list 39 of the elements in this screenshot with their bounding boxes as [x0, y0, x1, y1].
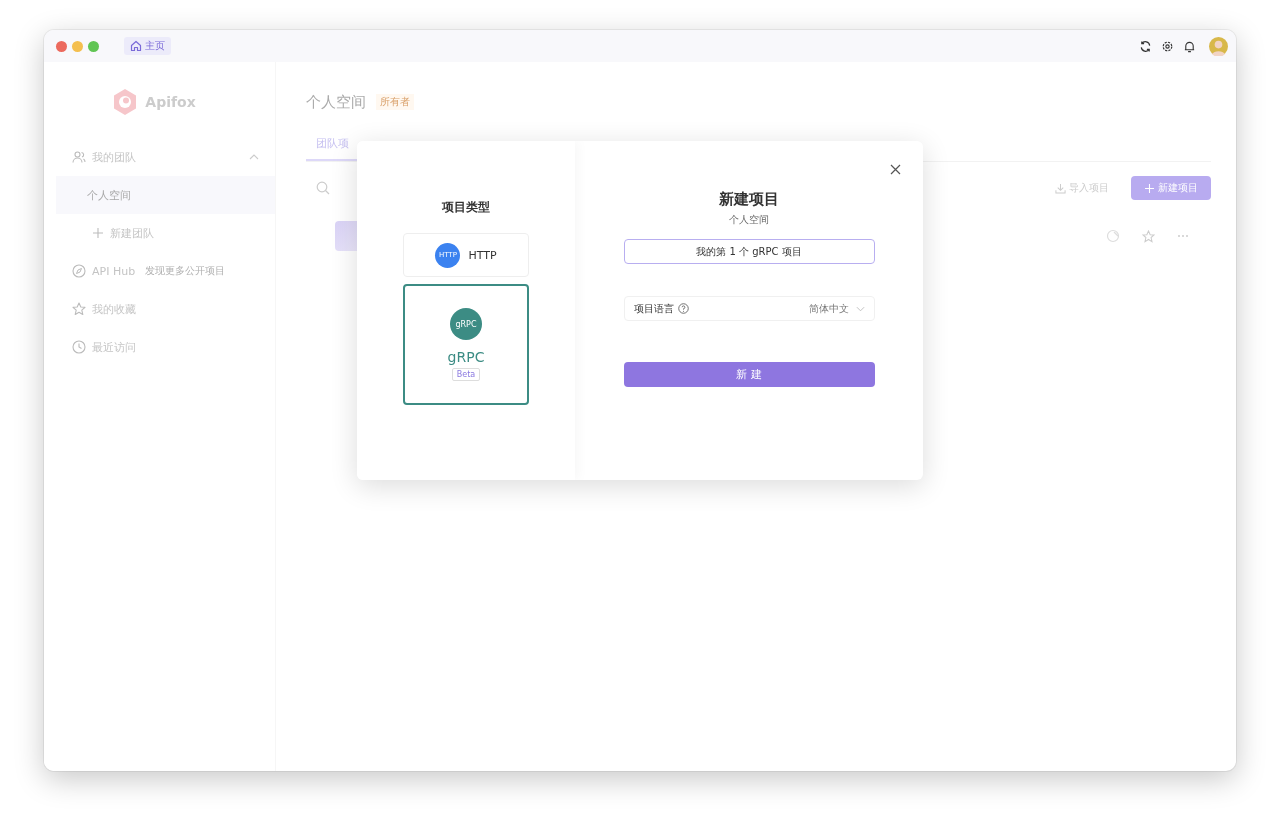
new-project-button[interactable]: 新建项目 [1131, 176, 1211, 200]
sidebar-item[interactable]: API Hub 发现更多公开项目 [44, 252, 275, 290]
close-window-icon[interactable] [56, 40, 67, 52]
grpc-icon: gRPC [450, 308, 482, 340]
minimize-window-icon[interactable] [72, 40, 83, 52]
compass-icon [72, 264, 86, 278]
item-hint: 发现更多公开项目 [145, 264, 226, 278]
create-button[interactable]: 新 建 [623, 362, 875, 387]
type-heading: 项目类型 [442, 199, 490, 216]
help-icon [677, 303, 689, 314]
chevron-icon[interactable] [249, 154, 259, 160]
zoom-window-icon[interactable] [88, 40, 99, 52]
page-title: 个人空间 [306, 92, 366, 112]
clock-icon [72, 340, 86, 354]
home-tab[interactable]: 主页 [124, 37, 171, 55]
plus-icon [1144, 183, 1154, 193]
plus-icon [92, 227, 104, 239]
star-icon [72, 302, 86, 316]
type-card[interactable]: gRPC gRPC Beta [403, 284, 529, 405]
chevron-down-icon [855, 305, 865, 312]
download-icon [1055, 182, 1066, 194]
language-select[interactable]: 项目语言 简体中文 [623, 296, 875, 321]
project-name-field[interactable]: 我的第 1 个 gRPC 项目 [623, 239, 875, 264]
dialog-title: 新建项目 [719, 190, 779, 209]
bell-icon[interactable] [1183, 39, 1196, 53]
language-value: 简体中文 [808, 301, 849, 316]
home-icon [130, 40, 142, 52]
star-icon[interactable] [1142, 229, 1155, 243]
close-icon[interactable] [890, 164, 901, 175]
role-badge: 所有者 [376, 94, 414, 110]
search-icon [316, 181, 330, 195]
avatar[interactable] [1209, 36, 1228, 56]
sidebar-item[interactable]: 个人空间 [56, 176, 275, 214]
settings-icon[interactable] [1161, 39, 1174, 53]
dialog-subtitle: 个人空间 [729, 213, 769, 227]
refresh-icon[interactable] [1139, 39, 1152, 53]
more-icon[interactable] [1177, 234, 1189, 238]
people-icon [72, 150, 86, 164]
beta-badge: Beta [451, 368, 481, 381]
